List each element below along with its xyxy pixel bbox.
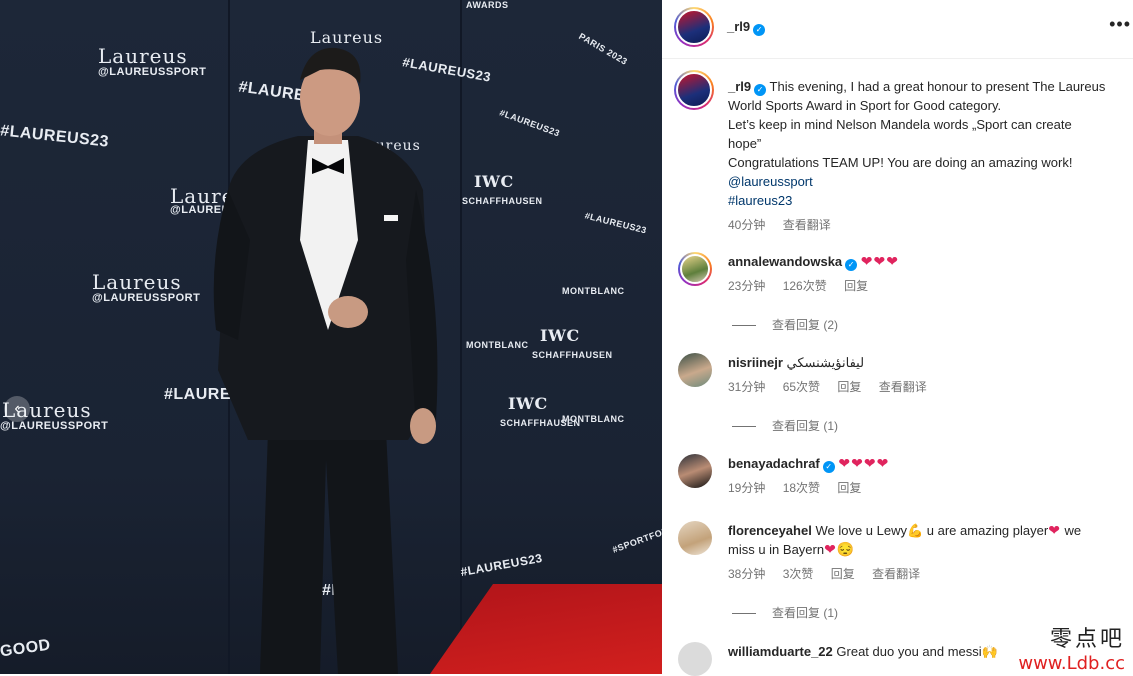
- backdrop-hashtag: #LAUREUS23: [583, 210, 648, 236]
- raising-hands-emoji: 🙌: [981, 644, 998, 659]
- post-caption: _rl9 ✓ This evening, I had a great honour…: [728, 77, 1128, 235]
- site-watermark: 零点吧 www.Ldb.cc: [1018, 621, 1125, 674]
- caption-mention-link[interactable]: @laureussport: [728, 172, 1128, 191]
- caption-text: hope”: [728, 136, 762, 151]
- post-header: _rl9 ✓ •••: [662, 0, 1133, 59]
- comment-timestamp: 31分钟: [728, 380, 766, 394]
- comment-timestamp: 38分钟: [728, 567, 766, 581]
- comment-text: we: [1060, 523, 1082, 538]
- see-translation-link[interactable]: 查看翻译: [879, 380, 927, 394]
- post-timestamp: 40分钟: [728, 218, 766, 232]
- backdrop-handle: @LAUREUSSPORT: [92, 292, 201, 304]
- backdrop-montblanc: MONTBLANC: [562, 414, 625, 424]
- backdrop-montblanc: MONTBLANC: [562, 286, 625, 296]
- see-translation-link[interactable]: 查看翻译: [783, 218, 831, 232]
- comment-username[interactable]: benayadachraf: [728, 456, 820, 471]
- comment-text: ليفانؤيشنسكي: [786, 355, 865, 370]
- backdrop-hashtag: #LAUREUS23: [459, 550, 544, 580]
- comment-text: We love u Lewy: [815, 523, 907, 538]
- reply-button[interactable]: 回复: [831, 567, 855, 581]
- comment-text: miss u in Bayern: [728, 542, 825, 557]
- replies-divider: [732, 426, 756, 428]
- comment-timestamp: 23分钟: [728, 279, 766, 293]
- backdrop-schaffhausen: SCHAFFHAUSEN: [462, 196, 543, 206]
- caption-text: World Sports Award in Sport for Good cat…: [728, 98, 1002, 113]
- backdrop-awards: AWARDS: [466, 0, 509, 10]
- verified-badge-icon: ✓: [753, 24, 766, 36]
- comment-likes-count[interactable]: 18次赞: [783, 481, 820, 495]
- comment-username[interactable]: florenceyahel: [728, 523, 812, 538]
- backdrop-montblanc: MONTBLANC: [466, 340, 529, 350]
- comment-avatar[interactable]: [678, 454, 712, 488]
- comment-text: Great duo you and messi: [836, 644, 982, 659]
- heart-emojis: ❤❤❤❤: [838, 455, 890, 471]
- backdrop-schaffhausen: SCHAFFHAUSEN: [532, 350, 613, 360]
- backdrop-hashtag: #LAUREUS23: [0, 122, 110, 151]
- backdrop-sportforgood: #SPORTFORGOOD: [610, 515, 662, 555]
- caption-text: Congratulations TEAM UP! You are doing a…: [728, 155, 1073, 170]
- heart-emoji: ❤: [1048, 522, 1061, 538]
- backdrop-handle: @LAUREUSSPORT: [98, 66, 207, 78]
- comment-username[interactable]: annalewandowska: [728, 254, 842, 269]
- comment-likes-count[interactable]: 65次赞: [783, 380, 820, 394]
- heart-emojis: ❤❤❤: [860, 253, 899, 269]
- watermark-logo-text: 零点吧: [1049, 627, 1125, 652]
- person-in-tuxedo: [213, 47, 438, 674]
- backdrop-laureus-logo: Laureus: [92, 270, 182, 294]
- reply-button[interactable]: 回复: [837, 481, 861, 495]
- heart-sad-emojis: ❤😔: [824, 541, 856, 557]
- caption-author-avatar[interactable]: [674, 70, 714, 110]
- backdrop-hashtag: #LAUREUS23: [498, 107, 562, 139]
- comment-avatar[interactable]: [678, 642, 712, 676]
- see-translation-link[interactable]: 查看翻译: [872, 567, 920, 581]
- caption-meta: 40分钟 查看翻译: [728, 216, 1128, 235]
- comment-text: u are amazing player: [923, 523, 1049, 538]
- view-replies-button[interactable]: 查看回复 (2): [732, 316, 838, 333]
- backdrop-iwc: IWC: [508, 394, 548, 413]
- comment-likes-count[interactable]: 3次赞: [783, 567, 814, 581]
- replies-divider: [732, 325, 756, 327]
- more-options-icon[interactable]: •••: [1109, 14, 1131, 35]
- backdrop-iwc: IWC: [540, 326, 580, 345]
- red-carpet: [430, 584, 662, 674]
- caption-text: This evening, I had a great honour to pr…: [769, 79, 1106, 94]
- backdrop-iwc: IWC: [474, 172, 514, 191]
- comment-avatar[interactable]: [678, 521, 712, 555]
- caption-text: Let’s keep in mind Nelson Mandela words …: [728, 117, 1072, 132]
- chevron-left-icon: ‹: [14, 400, 20, 417]
- comment-username[interactable]: nisriinejr: [728, 355, 783, 370]
- caption-author-username[interactable]: _rl9: [728, 79, 751, 94]
- backdrop-laureus-logo: Laureus: [98, 44, 188, 68]
- backdrop-paris: PARIS 2023: [577, 31, 630, 67]
- view-replies-label: 查看回复 (1): [772, 606, 839, 620]
- caption-hashtag-link[interactable]: #laureus23: [728, 191, 1128, 210]
- backdrop-good: GOOD: [0, 636, 52, 661]
- verified-badge-icon: ✓: [845, 259, 858, 271]
- view-replies-label: 查看回复 (1): [772, 419, 839, 433]
- comment-timestamp: 19分钟: [728, 481, 766, 495]
- view-replies-button[interactable]: 查看回复 (1): [732, 604, 838, 621]
- view-replies-label: 查看回复 (2): [772, 318, 839, 332]
- author-username[interactable]: _rl9: [727, 19, 750, 34]
- post-detail-panel: _rl9 ✓ ••• _rl9 ✓ This evening, I had a gr…: [662, 0, 1133, 676]
- verified-badge-icon: ✓: [754, 84, 767, 96]
- replies-divider: [732, 613, 756, 615]
- view-replies-button[interactable]: 查看回复 (1): [732, 417, 838, 434]
- comment-likes-count[interactable]: 126次赞: [783, 279, 827, 293]
- post-photo[interactable]: Laureus @LAUREUSSPORT #LAUREUS23 #LAUREU…: [0, 0, 662, 674]
- verified-badge-icon: ✓: [822, 461, 835, 473]
- author-avatar[interactable]: [674, 7, 714, 47]
- comment-avatar[interactable]: [678, 353, 712, 387]
- watermark-url: www.Ldb.cc: [1018, 653, 1125, 674]
- comment-username[interactable]: williamduarte_22: [728, 644, 833, 659]
- reply-button[interactable]: 回复: [844, 279, 868, 293]
- muscle-emoji: 💪: [906, 523, 924, 538]
- comment-avatar[interactable]: [678, 252, 712, 286]
- carousel-prev-button[interactable]: ‹: [4, 396, 30, 422]
- reply-button[interactable]: 回复: [837, 380, 861, 394]
